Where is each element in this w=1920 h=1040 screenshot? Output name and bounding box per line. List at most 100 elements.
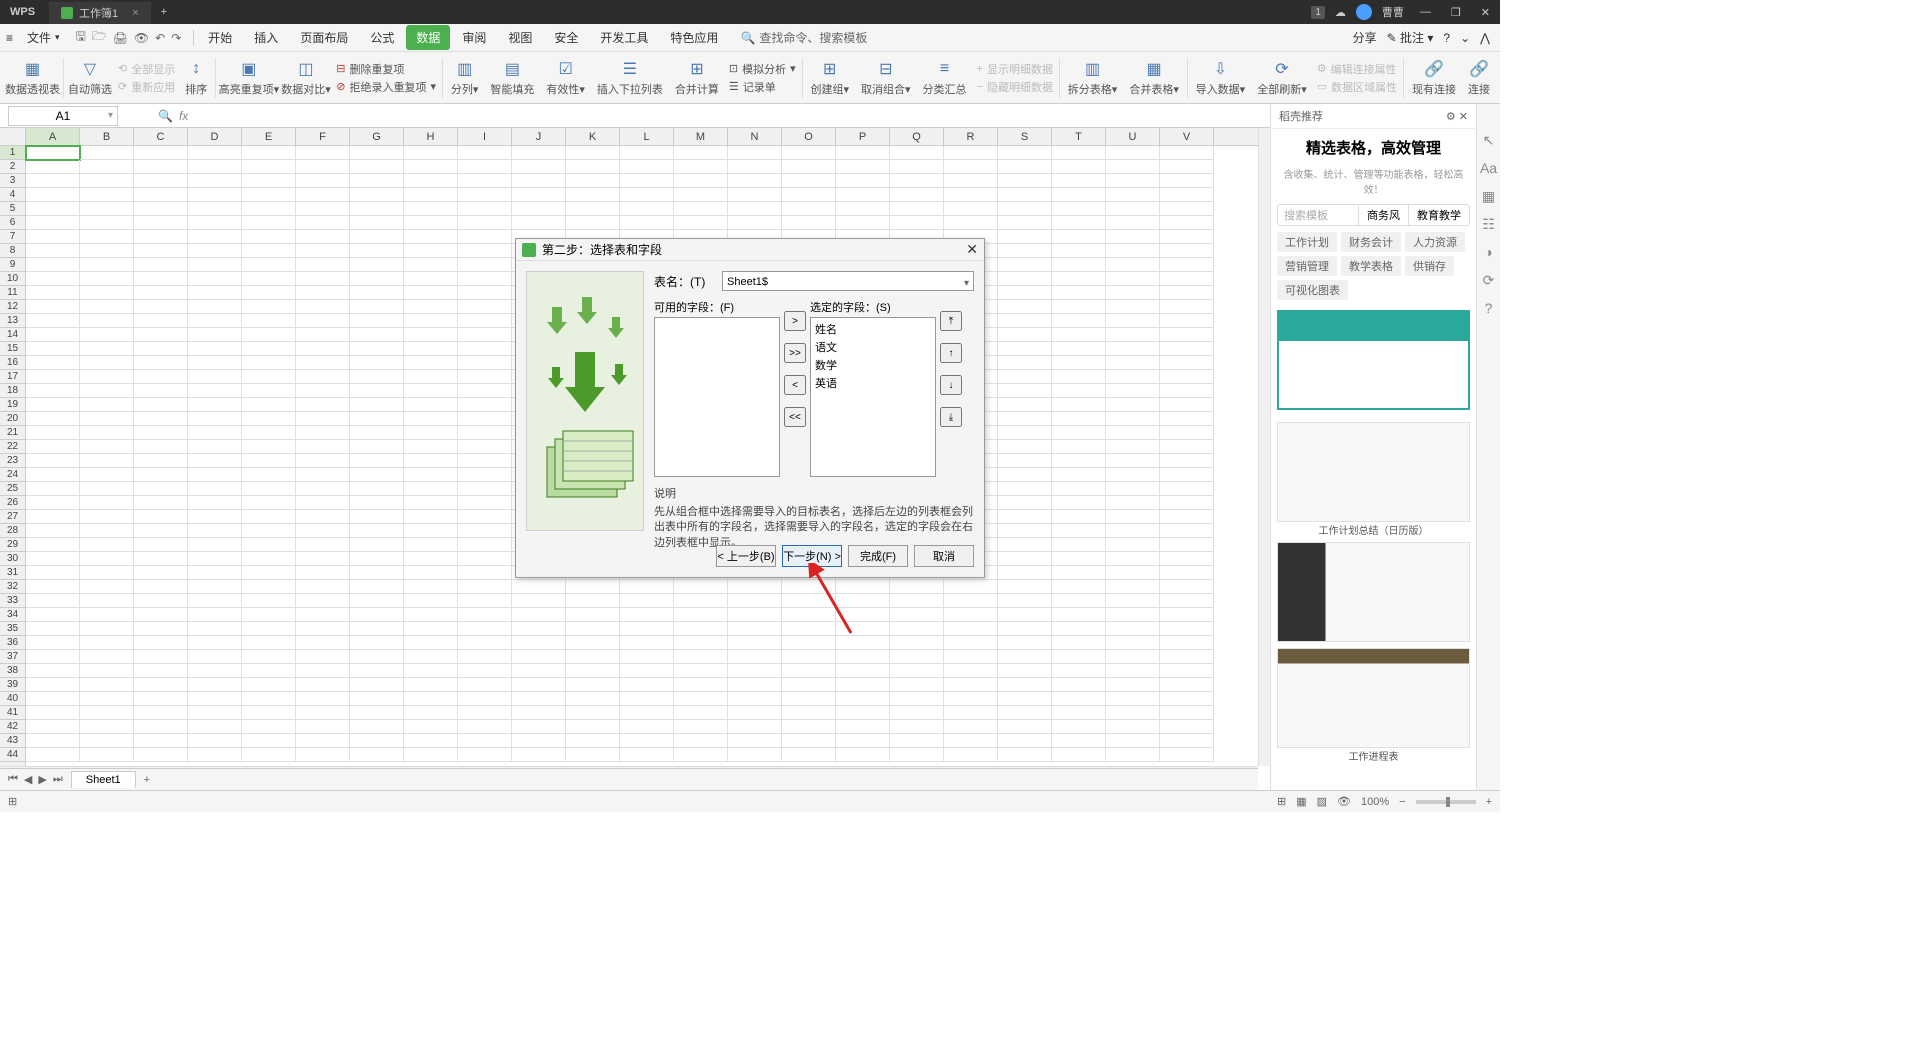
row-header[interactable]: 38 bbox=[0, 664, 25, 678]
move-top-button[interactable]: ⤒ bbox=[940, 311, 962, 331]
subtotal-button[interactable]: ≡分类汇总 bbox=[917, 54, 973, 102]
row-header[interactable]: 43 bbox=[0, 734, 25, 748]
view-normal-icon[interactable]: ⊞ bbox=[1277, 795, 1286, 808]
dialog-close-icon[interactable]: ✕ bbox=[966, 241, 978, 258]
row-header[interactable]: 12 bbox=[0, 300, 25, 314]
zoom-slider[interactable] bbox=[1416, 800, 1476, 804]
backup-icon[interactable]: ⟳ bbox=[1481, 272, 1497, 288]
more-icon[interactable]: ⋀ bbox=[1480, 31, 1490, 45]
filter-chart[interactable]: 可视化图表 bbox=[1277, 280, 1348, 300]
cancel-button[interactable]: 取消 bbox=[914, 545, 974, 567]
col-header[interactable]: D bbox=[188, 128, 242, 145]
filter-teaching[interactable]: 教学表格 bbox=[1341, 256, 1401, 276]
comments-link[interactable]: ✎ 批注 ▾ bbox=[1387, 29, 1434, 46]
row-header[interactable]: 7 bbox=[0, 230, 25, 244]
workbook-tab[interactable]: 工作簿1 × bbox=[49, 2, 151, 24]
row-header[interactable]: 25 bbox=[0, 482, 25, 496]
restore-icon[interactable]: ❐ bbox=[1441, 2, 1471, 23]
connections-button[interactable]: 🔗连接 bbox=[1462, 54, 1496, 102]
list-item[interactable]: 英语 bbox=[813, 374, 933, 392]
template-item[interactable]: 工作进程表 bbox=[1277, 648, 1470, 748]
cloud-icon[interactable]: ☁ bbox=[1335, 6, 1346, 19]
tab-special[interactable]: 特色应用 bbox=[660, 25, 728, 50]
row-header[interactable]: 26 bbox=[0, 496, 25, 510]
print-icon[interactable]: 🖨 bbox=[113, 31, 128, 45]
row-header[interactable]: 23 bbox=[0, 454, 25, 468]
highlight-dup-button[interactable]: ▣高亮重复项▾ bbox=[218, 54, 280, 102]
help-icon[interactable]: ? bbox=[1443, 31, 1450, 45]
move-up-button[interactable]: ↑ bbox=[940, 343, 962, 363]
col-header[interactable]: S bbox=[998, 128, 1052, 145]
row-header[interactable]: 21 bbox=[0, 426, 25, 440]
row-header[interactable]: 14 bbox=[0, 328, 25, 342]
filter-finance[interactable]: 财务会计 bbox=[1341, 232, 1401, 252]
text-to-columns-button[interactable]: ▥分列▾ bbox=[445, 54, 485, 102]
row-header[interactable]: 19 bbox=[0, 398, 25, 412]
select-all-corner[interactable] bbox=[0, 128, 26, 146]
col-header[interactable]: P bbox=[836, 128, 890, 145]
row-header[interactable]: 27 bbox=[0, 510, 25, 524]
refresh-all-button[interactable]: ⟳全部刷新▾ bbox=[1251, 54, 1313, 102]
col-header[interactable]: B bbox=[80, 128, 134, 145]
share-link[interactable]: 分享 bbox=[1353, 29, 1377, 46]
ungroup-button[interactable]: ⊟取消组合▾ bbox=[855, 54, 917, 102]
move-right-button[interactable]: > bbox=[784, 311, 806, 331]
close-icon[interactable]: ✕ bbox=[1471, 2, 1500, 23]
row-header[interactable]: 20 bbox=[0, 412, 25, 426]
insert-dropdown-button[interactable]: ☰插入下拉列表 bbox=[591, 54, 669, 102]
row-header[interactable]: 1 bbox=[0, 146, 25, 160]
show-all-button[interactable]: ⟲全部显示 bbox=[118, 61, 175, 77]
row-header[interactable]: 29 bbox=[0, 538, 25, 552]
pivot-table-button[interactable]: ▦数据透视表 bbox=[4, 54, 61, 102]
row-header[interactable]: 39 bbox=[0, 678, 25, 692]
sort-button[interactable]: ↕排序 bbox=[179, 54, 213, 102]
row-header[interactable]: 5 bbox=[0, 202, 25, 216]
notification-badge[interactable]: 1 bbox=[1311, 6, 1325, 19]
filter-inventory[interactable]: 供销存 bbox=[1405, 256, 1454, 276]
col-header[interactable]: M bbox=[674, 128, 728, 145]
zoom-in-icon[interactable]: + bbox=[1486, 796, 1492, 808]
sheet-nav-prev[interactable]: ◀ bbox=[24, 773, 32, 786]
col-header[interactable]: J bbox=[512, 128, 566, 145]
zoom-value[interactable]: 100% bbox=[1361, 796, 1389, 808]
col-header[interactable]: N bbox=[728, 128, 782, 145]
col-header[interactable]: I bbox=[458, 128, 512, 145]
prev-button[interactable]: < 上一步(B) bbox=[716, 545, 776, 567]
list-item[interactable]: 姓名 bbox=[813, 320, 933, 338]
filter-marketing[interactable]: 营销管理 bbox=[1277, 256, 1337, 276]
reject-dup-button[interactable]: ⊘拒绝录入重复项▾ bbox=[336, 79, 436, 95]
add-tab-button[interactable]: + bbox=[151, 6, 177, 18]
col-header[interactable]: A bbox=[26, 128, 80, 145]
row-header[interactable]: 41 bbox=[0, 706, 25, 720]
row-header[interactable]: 31 bbox=[0, 566, 25, 580]
available-fields-listbox[interactable] bbox=[654, 317, 780, 477]
row-header[interactable]: 3 bbox=[0, 174, 25, 188]
reapply-button[interactable]: ⟳重新应用 bbox=[118, 79, 175, 95]
template-search[interactable]: 搜索模板 商务风 教育教学 bbox=[1277, 204, 1470, 226]
row-header[interactable]: 35 bbox=[0, 622, 25, 636]
table-name-combo[interactable]: Sheet1$ bbox=[722, 271, 974, 291]
validation-button[interactable]: ☑有效性▾ bbox=[540, 54, 591, 102]
tab-dev-tools[interactable]: 开发工具 bbox=[590, 25, 658, 50]
row-header[interactable]: 28 bbox=[0, 524, 25, 538]
col-header[interactable]: Q bbox=[890, 128, 944, 145]
selection-icon[interactable]: ▦ bbox=[1481, 188, 1497, 204]
file-menu[interactable]: 文件▾ bbox=[19, 29, 68, 46]
row-header[interactable]: 8 bbox=[0, 244, 25, 258]
sheet-nav-next[interactable]: ▶ bbox=[38, 773, 46, 786]
style-icon[interactable]: Aa bbox=[1481, 160, 1497, 176]
row-header[interactable]: 15 bbox=[0, 342, 25, 356]
list-item[interactable]: 语文 bbox=[813, 338, 933, 356]
row-header[interactable]: 37 bbox=[0, 650, 25, 664]
move-down-button[interactable]: ↓ bbox=[940, 375, 962, 395]
remove-dup-button[interactable]: ⊟删除重复项 bbox=[336, 61, 436, 77]
sim-analysis-button[interactable]: ⊡模拟分析▾ bbox=[729, 61, 796, 77]
row-header[interactable]: 22 bbox=[0, 440, 25, 454]
close-tab-icon[interactable]: × bbox=[132, 7, 138, 19]
row-header[interactable]: 32 bbox=[0, 580, 25, 594]
row-header[interactable]: 33 bbox=[0, 594, 25, 608]
move-all-left-button[interactable]: << bbox=[784, 407, 806, 427]
record-form-button[interactable]: ☰记录单 bbox=[729, 79, 796, 95]
data-compare-button[interactable]: ◫数据对比▾ bbox=[280, 54, 333, 102]
tab-page-layout[interactable]: 页面布局 bbox=[290, 25, 358, 50]
